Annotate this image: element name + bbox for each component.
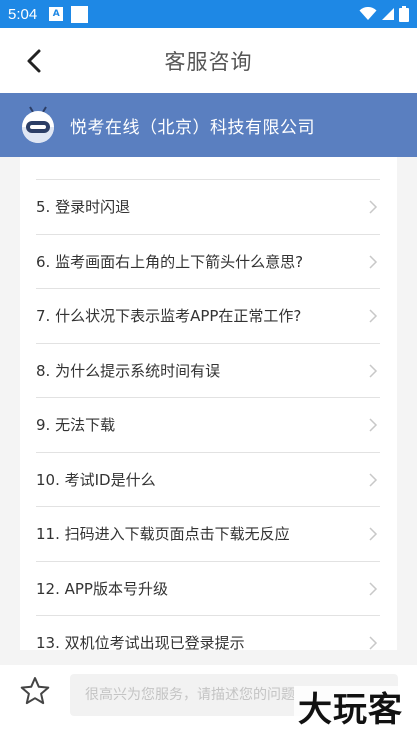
status-bar: 5:04 A xyxy=(0,0,417,28)
faq-item-10[interactable]: 10. 考试ID是什么 xyxy=(36,452,380,506)
company-name: 悦考在线（北京）科技有限公司 xyxy=(70,117,315,138)
faq-item-label: 11. 扫码进入下载页面点击下载无反应 xyxy=(36,525,290,543)
star-icon[interactable] xyxy=(20,676,50,706)
faq-item-label: 6. 监考画面右上角的上下箭头什么意思? xyxy=(36,253,304,271)
faq-item-label: 12. APP版本号升级 xyxy=(36,580,168,598)
faq-item-label: 7. 什么状况下表示监考APP在正常工作? xyxy=(36,307,302,325)
chevron-right-icon xyxy=(369,309,378,323)
notification-square-icon xyxy=(71,5,89,23)
title-bar: 客服咨询 xyxy=(0,28,417,93)
faq-item-12[interactable]: 12. APP版本号升级 xyxy=(36,561,380,615)
notification-a-icon: A xyxy=(49,7,64,21)
faq-list: 5. 登录时闪退 6. 监考画面右上角的上下箭头什么意思? 7. 什么状况下表示… xyxy=(20,157,397,650)
faq-item-8[interactable]: 8. 为什么提示系统时间有误 xyxy=(36,343,380,397)
chevron-right-icon xyxy=(369,636,378,650)
page-title: 客服咨询 xyxy=(164,49,253,74)
faq-item-6[interactable]: 6. 监考画面右上角的上下箭头什么意思? xyxy=(36,234,380,288)
status-time: 5:04 xyxy=(8,5,38,23)
company-banner: 悦考在线（北京）科技有限公司 xyxy=(0,93,417,157)
chevron-right-icon xyxy=(369,364,378,378)
chevron-right-icon xyxy=(369,527,378,541)
faq-item-label: 10. 考试ID是什么 xyxy=(36,471,156,489)
wifi-icon xyxy=(359,7,377,20)
chevron-right-icon xyxy=(369,473,378,487)
faq-item-label: 5. 登录时闪退 xyxy=(36,198,131,216)
chevron-right-icon xyxy=(369,200,378,214)
faq-item-7[interactable]: 7. 什么状况下表示监考APP在正常工作? xyxy=(36,288,380,342)
chevron-right-icon xyxy=(369,582,378,596)
faq-item-label: 13. 双机位考试出现已登录提示 xyxy=(36,634,245,650)
faq-item-5[interactable]: 5. 登录时闪退 xyxy=(36,179,380,233)
faq-item-11[interactable]: 11. 扫码进入下载页面点击下载无反应 xyxy=(36,506,380,560)
chevron-right-icon xyxy=(369,418,378,432)
back-arrow-icon[interactable] xyxy=(20,46,50,76)
faq-item-label: 9. 无法下载 xyxy=(36,416,116,434)
faq-item-9[interactable]: 9. 无法下载 xyxy=(36,397,380,451)
faq-item-13[interactable]: 13. 双机位考试出现已登录提示 xyxy=(36,615,380,650)
status-indicators xyxy=(359,6,409,22)
chevron-right-icon xyxy=(369,255,378,269)
battery-icon xyxy=(399,6,409,22)
faq-item-label: 8. 为什么提示系统时间有误 xyxy=(36,362,221,380)
signal-icon xyxy=(382,8,394,20)
robot-logo-icon xyxy=(22,106,54,143)
watermark: 大玩客 xyxy=(294,686,407,734)
